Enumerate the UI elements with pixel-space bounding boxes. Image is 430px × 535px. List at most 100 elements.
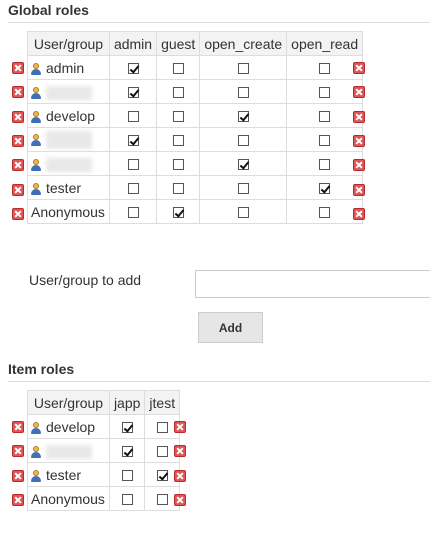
role-cell-guest [156, 151, 201, 176]
remove-left-icon[interactable] [12, 62, 24, 74]
user-icon [31, 158, 41, 171]
role-cell-open-create [199, 151, 288, 176]
remove-left-icon[interactable] [12, 135, 24, 147]
checkbox-open-read[interactable] [319, 63, 331, 75]
checkbox-admin[interactable] [127, 63, 139, 75]
checkbox-jtest[interactable] [156, 470, 168, 482]
checkbox-admin[interactable] [127, 207, 139, 219]
checkbox-japp[interactable] [121, 494, 133, 506]
global-roles-row [27, 151, 364, 176]
checkbox-jtest[interactable] [156, 422, 168, 434]
checkbox-japp[interactable] [121, 446, 133, 458]
redacted-name [46, 130, 92, 149]
item-roles-header-row: User/group japp jtest [27, 390, 181, 415]
role-cell-open-read [286, 55, 364, 80]
role-cell-open-create [199, 127, 288, 152]
checkbox-open-create[interactable] [237, 207, 249, 219]
checkbox-open-read[interactable] [319, 87, 331, 99]
remove-right-icon[interactable] [353, 208, 365, 220]
checkbox-guest[interactable] [172, 135, 184, 147]
role-cell-guest [156, 175, 201, 200]
remove-right-icon[interactable] [353, 111, 365, 123]
column-header-admin: admin [108, 31, 158, 56]
user-group-name: develop [46, 418, 96, 435]
role-cell-open-read [286, 175, 364, 200]
global-roles-row [27, 79, 364, 104]
role-cell-open-create [199, 175, 288, 200]
remove-right-icon[interactable] [353, 184, 365, 196]
user-group-cell: tester [27, 462, 110, 487]
user-group-cell: Anonymous [27, 199, 110, 224]
remove-left-icon[interactable] [12, 470, 24, 482]
checkbox-jtest[interactable] [156, 446, 168, 458]
checkbox-open-read[interactable] [319, 135, 331, 147]
user-group-cell [27, 438, 110, 463]
remove-right-icon[interactable] [174, 470, 186, 482]
redacted-name [46, 85, 92, 100]
remove-right-icon[interactable] [353, 86, 365, 98]
remove-left-icon[interactable] [12, 421, 24, 433]
remove-left-icon[interactable] [12, 159, 24, 171]
remove-left-icon[interactable] [12, 184, 24, 196]
checkbox-open-create[interactable] [237, 87, 249, 99]
user-icon [31, 469, 41, 482]
checkbox-admin[interactable] [127, 111, 139, 123]
role-cell-admin [108, 175, 158, 200]
remove-left-icon[interactable] [12, 494, 24, 506]
checkbox-jtest[interactable] [156, 494, 168, 506]
global-roles-title: Global roles [8, 2, 89, 18]
checkbox-open-read[interactable] [319, 111, 331, 123]
checkbox-guest[interactable] [172, 183, 184, 195]
user-group-cell: admin [27, 55, 110, 80]
user-group-name: tester [46, 466, 82, 483]
checkbox-japp[interactable] [121, 422, 133, 434]
checkbox-guest[interactable] [172, 207, 184, 219]
remove-right-icon[interactable] [353, 135, 365, 147]
checkbox-open-create[interactable] [237, 183, 249, 195]
column-header-open-read: open_read [286, 31, 364, 56]
user-group-name: develop [46, 107, 96, 124]
user-group-name: Anonymous [31, 203, 105, 220]
remove-right-icon[interactable] [353, 62, 365, 74]
checkbox-open-create[interactable] [237, 111, 249, 123]
checkbox-admin[interactable] [127, 87, 139, 99]
add-button[interactable]: Add [198, 312, 263, 343]
remove-left-icon[interactable] [12, 445, 24, 457]
checkbox-open-read[interactable] [319, 207, 331, 219]
role-cell-guest [156, 79, 201, 104]
checkbox-guest[interactable] [172, 63, 184, 75]
role-cell-open-read [286, 103, 364, 128]
remove-left-icon[interactable] [12, 86, 24, 98]
checkbox-open-read[interactable] [319, 159, 331, 171]
role-cell-open-create [199, 199, 288, 224]
add-user-input[interactable] [195, 270, 430, 298]
remove-left-icon[interactable] [12, 208, 24, 220]
role-cell-guest [156, 127, 201, 152]
role-cell-japp [108, 462, 146, 487]
user-icon [31, 421, 41, 434]
remove-right-icon[interactable] [353, 159, 365, 171]
remove-left-icon[interactable] [12, 111, 24, 123]
remove-right-icon[interactable] [174, 421, 186, 433]
user-icon [31, 445, 41, 458]
checkbox-admin[interactable] [127, 159, 139, 171]
checkbox-guest[interactable] [172, 159, 184, 171]
global-roles-table: User/group admin guest open_create open_… [27, 31, 364, 224]
user-group-name: admin [46, 59, 85, 76]
checkbox-open-read[interactable] [319, 183, 331, 195]
checkbox-open-create[interactable] [237, 135, 249, 147]
checkbox-japp[interactable] [121, 470, 133, 482]
item-roles-row: Anonymous [27, 486, 181, 511]
global-roles-row: admin [27, 55, 364, 80]
user-group-cell: tester [27, 175, 110, 200]
checkbox-open-create[interactable] [237, 159, 249, 171]
checkbox-admin[interactable] [127, 135, 139, 147]
checkbox-open-create[interactable] [237, 63, 249, 75]
role-cell-guest [156, 103, 201, 128]
role-cell-open-read [286, 127, 364, 152]
checkbox-guest[interactable] [172, 111, 184, 123]
checkbox-guest[interactable] [172, 87, 184, 99]
checkbox-admin[interactable] [127, 183, 139, 195]
remove-right-icon[interactable] [174, 445, 186, 457]
remove-right-icon[interactable] [174, 494, 186, 506]
